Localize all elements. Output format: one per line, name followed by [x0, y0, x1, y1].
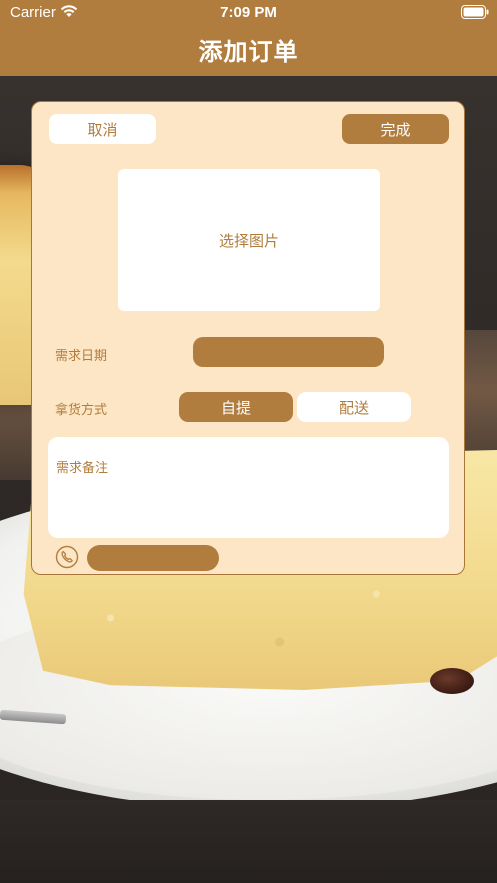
status-bar: Carrier 7:09 PM: [0, 0, 497, 26]
date-picker-field[interactable]: [193, 337, 384, 367]
cancel-button[interactable]: 取消: [49, 114, 156, 144]
phone-icon: [55, 545, 79, 569]
background-table: [0, 800, 497, 883]
select-image-button[interactable]: 选择图片: [118, 169, 380, 311]
delivery-method-label: 拿货方式: [55, 403, 108, 418]
segment-pickup[interactable]: 自提: [179, 392, 293, 422]
segment-delivery[interactable]: 配送: [297, 392, 411, 422]
done-button[interactable]: 完成: [342, 114, 449, 144]
add-order-form: 取消 完成 选择图片 需求日期 拿货方式 自提 配送 需求备注: [31, 101, 465, 575]
page-title: 添加订单: [198, 38, 299, 66]
battery-icon: [461, 5, 489, 19]
navigation-bar: Carrier 7:09 PM 添加订单: [0, 0, 497, 76]
notes-textarea[interactable]: 需求备注: [48, 437, 449, 538]
select-image-label: 选择图片: [218, 231, 279, 250]
phone-input[interactable]: [87, 545, 219, 571]
notes-placeholder: 需求备注: [56, 461, 109, 476]
background-raisin: [430, 668, 474, 694]
date-label: 需求日期: [55, 349, 108, 364]
status-time: 7:09 PM: [220, 4, 277, 21]
